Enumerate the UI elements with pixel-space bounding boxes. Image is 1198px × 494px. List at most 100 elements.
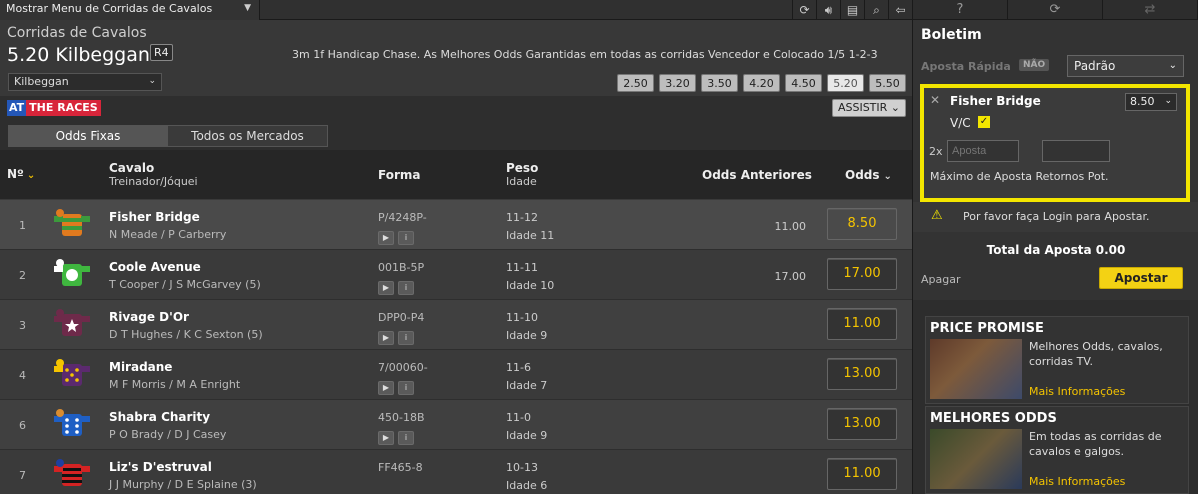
previous-odds: 11.00 [774, 220, 807, 233]
col-no[interactable]: Nº ⌄ [7, 167, 35, 181]
sound-icon[interactable]: 🔊︎ [816, 0, 840, 20]
jockey-silk-icon [54, 459, 90, 486]
trainer-jockey: T Cooper / J S McGarvey (5) [109, 278, 261, 291]
play-icon[interactable]: ▶ [378, 331, 394, 345]
each-way-checkbox[interactable]: ✓ [978, 116, 990, 128]
jockey-silk-icon [54, 259, 90, 286]
quick-bet-toggle[interactable]: NÃO [1019, 59, 1050, 71]
promo-link[interactable]: Mais Informações [1029, 475, 1125, 488]
horse-name[interactable]: Liz's D'estruval [109, 460, 212, 474]
form: 001B-5P [378, 261, 425, 274]
horse-name[interactable]: Fisher Bridge [109, 210, 200, 224]
info-icon[interactable]: i [398, 331, 414, 345]
weight: 11-11 [506, 261, 538, 274]
betslip-toolbar: ? ⟳ ⇄ [913, 0, 1198, 20]
bet-mode-select[interactable]: Padrão ⌄ [1067, 55, 1184, 77]
place-bet-button[interactable]: Apostar [1099, 267, 1183, 289]
promo-text: Melhores Odds, cavalos, corridas TV. [1029, 340, 1163, 368]
previous-odds: 17.00 [774, 270, 807, 283]
runner-row: 2 Coole Avenue T Cooper / J S McGarvey (… [0, 250, 912, 300]
chevron-down-icon: ⌄ [1168, 60, 1177, 71]
info-icon[interactable]: i [398, 381, 414, 395]
warning-icon: ⚠ [931, 208, 943, 223]
runner-row: 4 Miradane M F Morris / M A Enright 7/00… [0, 350, 912, 400]
sort-chevron-icon: ⌄ [883, 171, 892, 182]
promo-link[interactable]: Mais Informações [1029, 385, 1125, 398]
back-icon[interactable]: ⇦ [888, 0, 912, 20]
race-time-button[interactable]: 4.50 [785, 74, 822, 92]
race-time-button-active[interactable]: 5.20 [827, 74, 864, 92]
odds-button[interactable]: 8.50 [827, 208, 897, 240]
runner-row: 7 Liz's D'estruval J J Murphy / D E Spla… [0, 450, 912, 494]
play-icon[interactable]: ▶ [378, 381, 394, 395]
runner-actions: ▶ i [378, 431, 414, 445]
info-icon[interactable]: i [398, 231, 414, 245]
info-icon[interactable]: i [398, 281, 414, 295]
odds-button[interactable]: 11.00 [827, 458, 897, 490]
potential-returns-field [1042, 140, 1110, 162]
race-number-badge: R4 [150, 44, 173, 61]
play-icon[interactable]: ▶ [378, 431, 394, 445]
odds-button[interactable]: 13.00 [827, 408, 897, 440]
bet-selection: ✕ Fisher Bridge 8.50 ⌄ V/C ✓ 2x Máximo d… [920, 84, 1190, 202]
runner-actions: ▶ i [378, 231, 414, 245]
remove-selection-icon[interactable]: ✕ [930, 93, 940, 107]
logo-the-races: THE RACES [26, 100, 101, 116]
swap-icon[interactable]: ⇄ [1103, 0, 1198, 19]
promo-price-promise: PRICE PROMISE Melhores Odds, cavalos, co… [925, 316, 1189, 404]
chevron-down-icon: ▼ [244, 3, 251, 13]
race-time-button[interactable]: 4.20 [743, 74, 780, 92]
runner-number: 4 [19, 369, 26, 382]
race-time-button[interactable]: 3.50 [701, 74, 738, 92]
menu-label: Mostrar Menu de Corridas de Cavalos [6, 2, 213, 15]
play-icon[interactable]: ▶ [378, 281, 394, 295]
tab-all-markets[interactable]: Todos os Mercados [167, 126, 327, 146]
search-icon[interactable]: ⌕ [864, 0, 888, 20]
col-odds[interactable]: Odds ⌄ [845, 168, 892, 182]
race-description: 3m 1f Handicap Chase. As Melhores Odds G… [292, 48, 878, 61]
multiplier-label: 2x [929, 145, 943, 158]
toolbar: ⟳ 🔊︎ ▤ ⌕ ⇦ [792, 0, 912, 20]
runner-row: 6 Shabra Charity P O Brady / D J Casey 4… [0, 400, 912, 450]
refresh-icon[interactable]: ⟳ [792, 0, 816, 20]
runner-number: 6 [19, 419, 26, 432]
horse-name[interactable]: Miradane [109, 360, 172, 374]
tab-fixed-odds[interactable]: Odds Fixas [9, 126, 167, 146]
race-time-button[interactable]: 3.20 [659, 74, 696, 92]
col-form: Forma [378, 168, 421, 182]
show-racing-menu[interactable]: Mostrar Menu de Corridas de Cavalos ▼ [0, 0, 260, 20]
print-icon[interactable]: ▤ [840, 0, 864, 20]
odds-button[interactable]: 17.00 [827, 258, 897, 290]
chevron-down-icon: ⌄ [890, 101, 901, 114]
max-stake-label: Máximo de Aposta [930, 170, 1033, 183]
horse-name[interactable]: Rivage D'Or [109, 310, 189, 324]
promo-text: Em todas as corridas de cavalos e galgos… [1029, 430, 1162, 458]
play-icon[interactable]: ▶ [378, 231, 394, 245]
watch-button[interactable]: ASSISTIR ⌄ [832, 99, 906, 117]
selection-odds-select[interactable]: 8.50 ⌄ [1125, 93, 1177, 111]
refresh-icon[interactable]: ⟳ [1008, 0, 1103, 19]
form: FF465-8 [378, 461, 423, 474]
odds-button[interactable]: 11.00 [827, 308, 897, 340]
bet-mode-value: Padrão [1074, 59, 1116, 73]
clear-link[interactable]: Apagar [921, 273, 961, 286]
help-icon[interactable]: ? [913, 0, 1008, 19]
col-weight-sub: Idade [506, 175, 537, 188]
runner-number: 2 [19, 269, 26, 282]
age: Idade 6 [506, 479, 548, 492]
selection-horse: Fisher Bridge [950, 94, 1041, 108]
info-icon[interactable]: i [398, 431, 414, 445]
odds-button[interactable]: 13.00 [827, 358, 897, 390]
col-no-label: Nº [7, 167, 24, 181]
venue-select[interactable]: Kilbeggan ⌄ [8, 73, 162, 91]
form: 450-18B [378, 411, 425, 424]
stake-input[interactable] [947, 140, 1019, 162]
horse-name[interactable]: Coole Avenue [109, 260, 201, 274]
horse-name[interactable]: Shabra Charity [109, 410, 210, 424]
race-time-button[interactable]: 5.50 [869, 74, 906, 92]
race-time-button[interactable]: 2.50 [617, 74, 654, 92]
runner-number: 3 [19, 319, 26, 332]
age: Idade 11 [506, 229, 555, 242]
trainer-jockey: P O Brady / D J Casey [109, 428, 227, 441]
chevron-down-icon: ⌄ [148, 76, 156, 86]
